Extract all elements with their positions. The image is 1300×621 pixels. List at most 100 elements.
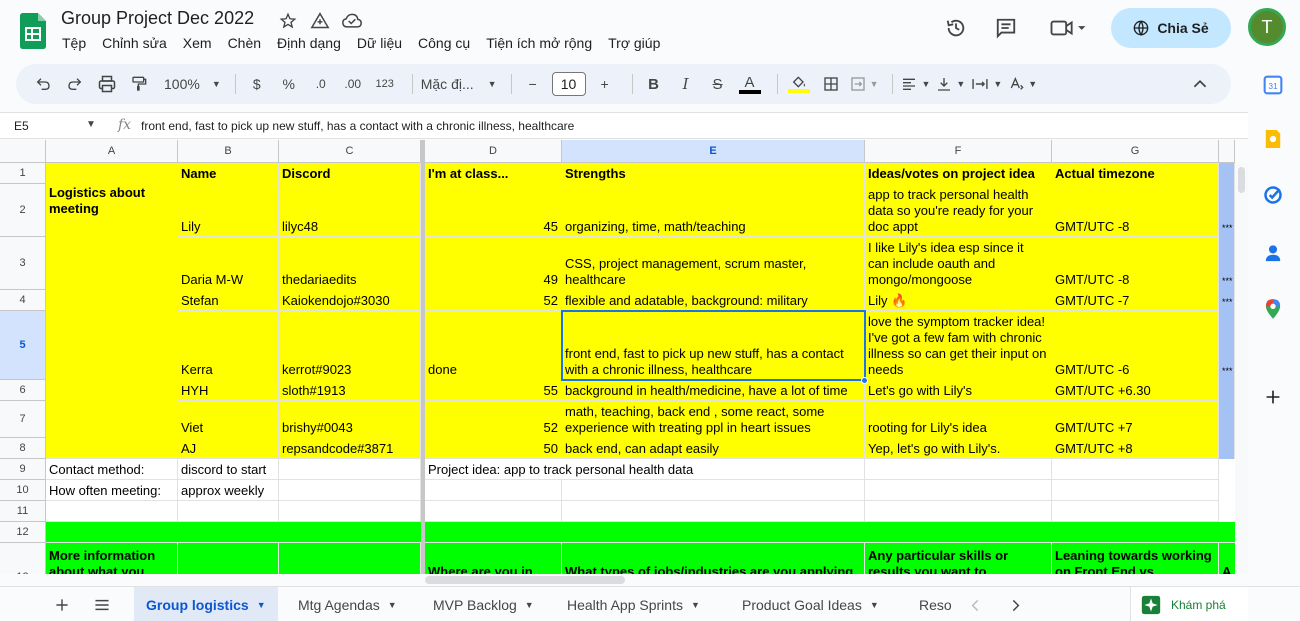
cell-e6[interactable]: background in health/medicine, have a lo… <box>562 380 865 401</box>
name-box-dropdown-icon[interactable]: ▼ <box>86 119 96 130</box>
col-header-g[interactable]: G <box>1052 140 1219 163</box>
cell-g8[interactable]: GMT/UTC +8 <box>1052 438 1219 459</box>
history-icon[interactable] <box>944 16 968 40</box>
cell-e8[interactable]: back end, can adapt easily <box>562 438 865 459</box>
row-header-1[interactable]: 1 <box>0 163 46 184</box>
sheet-tab-group-logistics[interactable]: Group logistics ▼ <box>134 587 278 621</box>
col-header-f[interactable]: F <box>865 140 1052 163</box>
cell-b4[interactable]: Stefan <box>178 290 279 311</box>
cell-h13[interactable]: A <box>1219 543 1235 574</box>
cell-e13[interactable]: What types of jobs/industries are you ap… <box>562 543 865 574</box>
cell-f13[interactable]: Any particular skills or results you wan… <box>865 543 1052 574</box>
scroll-tabs-left-icon[interactable] <box>965 595 985 615</box>
menu-help[interactable]: Trợ giúp <box>608 35 660 51</box>
chevron-down-icon[interactable]: ▼ <box>691 600 700 610</box>
text-color-icon[interactable]: A <box>737 70 763 98</box>
cell-g6[interactable]: GMT/UTC +6.30 <box>1052 380 1219 401</box>
cell-e11[interactable] <box>562 501 865 522</box>
cell-d13[interactable]: Where are you in <box>425 543 562 574</box>
undo-icon[interactable] <box>30 70 56 98</box>
cell-c11[interactable] <box>279 501 421 522</box>
cell-e3[interactable]: CSS, project management, scrum master, h… <box>562 237 865 290</box>
currency-button[interactable]: $ <box>244 70 270 98</box>
valign-icon[interactable]: ▼ <box>936 70 965 98</box>
cell-c2[interactable]: lilyc48 <box>279 184 421 237</box>
row-header-11[interactable]: 11 <box>0 501 46 522</box>
cell-g2[interactable]: GMT/UTC -8 <box>1052 184 1219 237</box>
horizontal-scrollbar[interactable] <box>425 574 1248 586</box>
name-box[interactable]: E5 <box>14 119 29 133</box>
col-header-e[interactable]: E <box>562 140 865 163</box>
cell-g7[interactable]: GMT/UTC +7 <box>1052 401 1219 438</box>
cell-b7[interactable]: Viet <box>178 401 279 438</box>
cell-c9[interactable] <box>279 459 421 480</box>
cell-d11[interactable] <box>425 501 562 522</box>
cell-d1[interactable]: I'm at class... <box>425 163 562 184</box>
number-format-button[interactable]: 123 <box>372 70 398 98</box>
cell-b9[interactable]: discord to start <box>178 459 279 480</box>
cell-a11[interactable] <box>46 501 178 522</box>
cell-e1[interactable]: Strengths <box>562 163 865 184</box>
cell-c5[interactable]: kerrot#9023 <box>279 311 421 380</box>
cell-h2[interactable]: *** <box>1219 184 1235 237</box>
cell-f4[interactable]: Lily 🔥 <box>865 290 1052 311</box>
cell-e4[interactable]: flexible and adatable, background: milit… <box>562 290 865 311</box>
cell-f11[interactable] <box>865 501 1052 522</box>
cell-f8[interactable]: Yep, let's go with Lily's. <box>865 438 1052 459</box>
font-size-input[interactable]: 10 <box>551 72 586 96</box>
cell-h4[interactable]: *** <box>1219 290 1235 311</box>
cell-g11[interactable] <box>1052 501 1219 522</box>
cell-d4[interactable]: 52 <box>425 290 562 311</box>
print-icon[interactable] <box>94 70 120 98</box>
cell-e2[interactable]: organizing, time, math/teaching <box>562 184 865 237</box>
scroll-tabs-right-icon[interactable] <box>1005 595 1025 615</box>
cell-b11[interactable] <box>178 501 279 522</box>
row-12-green[interactable] <box>46 522 1235 543</box>
row-header-12[interactable]: 12 <box>0 522 46 543</box>
explore-button[interactable]: Khám phá <box>1130 587 1248 621</box>
avatar[interactable]: T <box>1248 8 1286 46</box>
col-header-b[interactable]: B <box>178 140 279 163</box>
all-sheets-icon[interactable] <box>92 595 112 615</box>
row-header-8[interactable]: 8 <box>0 438 46 459</box>
cell-h3[interactable]: *** <box>1219 237 1235 290</box>
doc-title[interactable]: Group Project Dec 2022 <box>61 8 254 29</box>
row-header-3[interactable]: 3 <box>0 237 46 290</box>
paint-format-icon[interactable] <box>126 70 152 98</box>
cell-e5[interactable]: front end, fast to pick up new stuff, ha… <box>562 311 865 380</box>
cell-d9[interactable]: Project idea: app to track personal heal… <box>425 459 865 480</box>
sheet-tab-health-app-sprints[interactable]: Health App Sprints ▼ <box>555 587 712 621</box>
cell-c3[interactable]: thedariaedits <box>279 237 421 290</box>
menu-extensions[interactable]: Tiện ích mở rộng <box>486 35 592 51</box>
col-header-h[interactable] <box>1219 140 1235 163</box>
cell-d6[interactable]: 55 <box>425 380 562 401</box>
menu-tools[interactable]: Công cụ <box>418 35 470 51</box>
cell-f9[interactable] <box>865 459 1052 480</box>
wrap-icon[interactable]: ▼ <box>971 70 1002 98</box>
cell-b6[interactable]: HYH <box>178 380 279 401</box>
move-icon[interactable] <box>309 10 331 32</box>
cell-b3[interactable]: Daria M-W <box>178 237 279 290</box>
contacts-icon[interactable] <box>1262 242 1284 264</box>
cell-c13[interactable] <box>279 543 421 574</box>
cell-g10[interactable] <box>1052 480 1219 501</box>
row-header-4[interactable]: 4 <box>0 290 46 311</box>
cell-b8[interactable]: AJ <box>178 438 279 459</box>
cell-c1[interactable]: Discord <box>279 163 421 184</box>
spreadsheet-grid[interactable]: A B C D E F G 1 2 3 4 5 6 7 8 9 10 11 12… <box>0 140 1235 574</box>
sheet-tab-mvp-backlog[interactable]: MVP Backlog ▼ <box>421 587 546 621</box>
cell-d5[interactable]: done <box>425 311 562 380</box>
calendar-icon[interactable]: 31 <box>1262 74 1284 96</box>
sheets-logo-icon[interactable] <box>20 13 46 49</box>
menu-insert[interactable]: Chèn <box>228 35 261 51</box>
chevron-down-icon[interactable]: ▼ <box>388 600 397 610</box>
cell-d2[interactable]: 45 <box>425 184 562 237</box>
add-addon-icon[interactable] <box>1262 386 1284 408</box>
cell-g9[interactable] <box>1052 459 1219 480</box>
maps-icon[interactable] <box>1262 298 1284 320</box>
meet-icon[interactable] <box>1048 16 1088 40</box>
vertical-scrollbar[interactable] <box>1235 163 1248 574</box>
font-select[interactable]: Mặc đị... ▼ <box>421 70 497 98</box>
bold-icon[interactable]: B <box>641 70 667 98</box>
row-header-13[interactable]: 13 <box>0 543 46 574</box>
